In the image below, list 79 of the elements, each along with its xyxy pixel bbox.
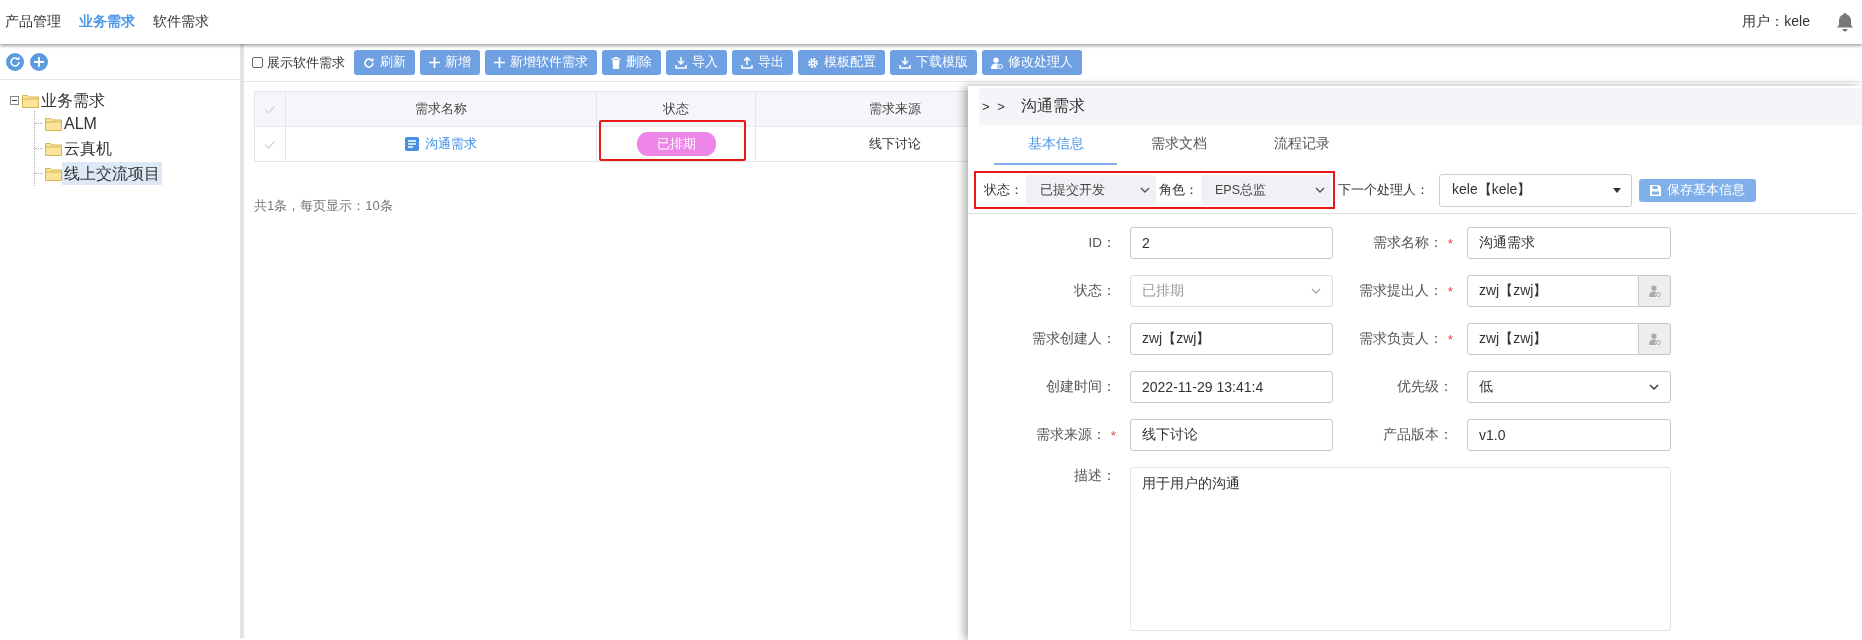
- field-label: 需求来源：: [1035, 426, 1106, 444]
- status-select[interactable]: 已提交开发: [1026, 175, 1156, 205]
- check-icon: [264, 139, 276, 149]
- input-field[interactable]: 线下讨论: [1130, 419, 1333, 451]
- role-select[interactable]: EPS总监: [1201, 175, 1331, 205]
- required-mark: *: [1447, 283, 1453, 299]
- tab[interactable]: 流程记录: [1240, 125, 1363, 165]
- nav-tab[interactable]: 软件需求: [153, 13, 209, 31]
- field-label: 需求创建人：: [1032, 330, 1116, 348]
- user-icon: [1648, 333, 1661, 345]
- nav-tab[interactable]: 产品管理: [5, 13, 61, 31]
- chevron-down-icon: [1315, 187, 1325, 193]
- field-label: 产品版本：: [1383, 426, 1453, 444]
- status-badge: 已排期: [636, 132, 716, 156]
- required-mark: *: [1447, 331, 1453, 347]
- input-field[interactable]: zwj【zwj】: [1130, 323, 1333, 355]
- table-header-cell[interactable]: [254, 91, 286, 127]
- checkbox-label: 展示软件需求: [267, 53, 345, 72]
- user-icon: [1648, 285, 1661, 297]
- settings-icon: [807, 56, 819, 69]
- description-textarea[interactable]: 用于用户的沟通: [1130, 467, 1671, 631]
- upload-icon: [741, 56, 753, 69]
- field-label: 状态：: [1074, 282, 1116, 300]
- field-label: 描述：: [1074, 467, 1116, 485]
- table-cell[interactable]: [254, 126, 286, 162]
- required-mark: *: [1447, 235, 1453, 251]
- trash-icon: [611, 56, 621, 69]
- select-field[interactable]: 低: [1467, 371, 1671, 403]
- refresh-icon: [363, 56, 375, 69]
- tree-item[interactable]: ALM: [62, 112, 99, 135]
- tree-item[interactable]: 云真机: [62, 137, 114, 160]
- refresh-icon[interactable]: [6, 53, 24, 71]
- add-icon[interactable]: [30, 53, 48, 71]
- folder-icon: [45, 141, 62, 156]
- plus-icon: [494, 57, 505, 68]
- caret-icon: [1613, 187, 1621, 193]
- user-label: 用户：kele: [1742, 13, 1810, 31]
- chevron-down-icon: [1140, 187, 1150, 193]
- requirement-link[interactable]: 沟通需求: [405, 134, 477, 153]
- field-label: 下一个处理人：: [1338, 181, 1429, 199]
- required-mark: *: [1110, 427, 1116, 443]
- field-label: 创建时间：: [1046, 378, 1116, 396]
- document-icon: [405, 136, 419, 151]
- input-field[interactable]: 沟通需求: [1467, 227, 1671, 259]
- checkbox[interactable]: [252, 57, 263, 68]
- chevron-down-icon: [1649, 384, 1659, 390]
- folder-icon: [22, 93, 39, 108]
- field-label: 角色：: [1159, 181, 1198, 199]
- breadcrumb-marker: > >: [982, 99, 1007, 114]
- input-field[interactable]: v1.0: [1467, 419, 1671, 451]
- bell-icon[interactable]: [1836, 12, 1854, 32]
- tree-item[interactable]: 线上交流项目: [62, 162, 162, 185]
- chevron-down-icon: [1311, 288, 1321, 294]
- field-label: 状态：: [984, 181, 1023, 199]
- handler-select[interactable]: kele【kele】: [1439, 173, 1632, 207]
- field-label: ID：: [1088, 234, 1116, 252]
- collapse-icon[interactable]: [10, 96, 19, 105]
- input-field[interactable]: 2022-11-29 13:41:4: [1130, 371, 1333, 403]
- user-picker-button[interactable]: [1639, 323, 1671, 355]
- tab[interactable]: 需求文档: [1117, 125, 1240, 165]
- field-label: 需求负责人：: [1358, 330, 1443, 348]
- user-picker-button[interactable]: [1639, 275, 1671, 307]
- input-field[interactable]: 2: [1130, 227, 1333, 259]
- folder-icon: [45, 166, 62, 181]
- download-icon: [675, 56, 687, 69]
- input-field[interactable]: zwj【zwj】: [1467, 275, 1639, 307]
- field-label: 需求名称：: [1372, 234, 1443, 252]
- input-field[interactable]: zwj【zwj】: [1467, 323, 1639, 355]
- folder-icon: [45, 116, 62, 131]
- field-label: 需求提出人：: [1358, 282, 1443, 300]
- plus-icon: [429, 57, 440, 68]
- pagination-summary: 共1条，每页显示：10条: [254, 197, 393, 215]
- tree-item[interactable]: 业务需求: [39, 89, 107, 112]
- download-icon: [899, 56, 911, 69]
- user-icon: [991, 56, 1003, 69]
- check-icon: [264, 104, 276, 114]
- column-header: 需求名称: [285, 91, 597, 127]
- column-header: 状态: [596, 91, 756, 127]
- field-label: 优先级：: [1397, 378, 1453, 396]
